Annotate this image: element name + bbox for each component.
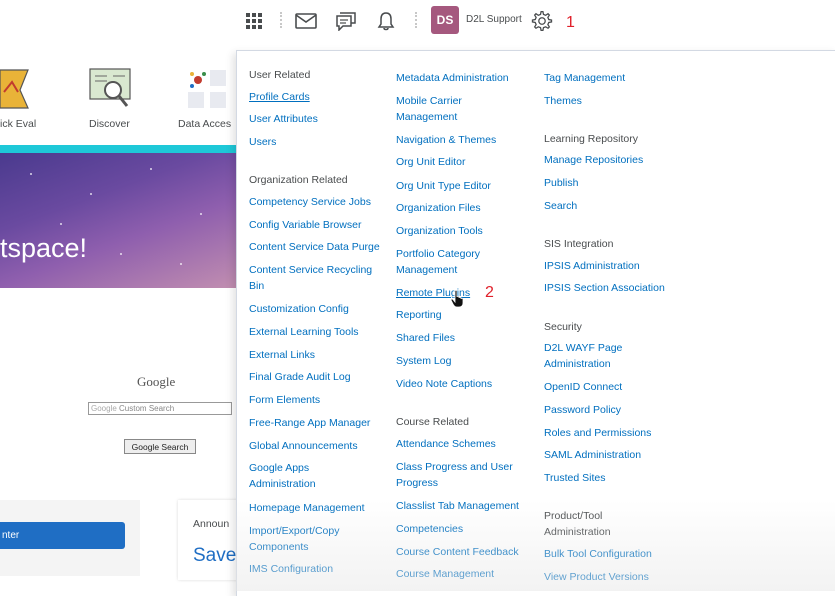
menu-item[interactable]: Course Content Feedback [396,544,519,560]
quick-eval-icon[interactable] [0,68,32,115]
menu-item-users[interactable]: Users [249,134,276,150]
menu-item-cont[interactable]: Administration [249,476,316,492]
username-label[interactable]: D2L Support [466,14,522,25]
menu-item[interactable]: External Learning Tools [249,324,359,340]
hand-cursor-icon [450,289,465,313]
annotation-number: 2 [485,284,494,301]
heading-course-related: Course Related [396,416,469,428]
menu-item-user-attributes[interactable]: User Attributes [249,111,318,127]
menu-item[interactable]: Organization Files [396,200,481,216]
menu-item[interactable]: Import/Export/Copy [249,523,339,539]
menu-item-cont[interactable]: Management [396,262,457,278]
menu-item-cont[interactable]: Bin [249,278,264,294]
menu-item[interactable]: External Links [249,347,315,363]
avatar[interactable]: DS [431,6,459,34]
mail-icon[interactable] [293,8,319,34]
menu-item[interactable]: System Log [396,353,451,369]
menu-item[interactable]: Tag Management [544,70,625,86]
menu-item[interactable]: Password Policy [544,402,621,418]
menu-item[interactable]: Org Unit Editor [396,154,465,170]
google-search-input[interactable]: Google Custom Search [88,402,232,415]
separator [415,12,417,28]
top-navbar: DS D2L Support 1 [0,0,835,42]
menu-item[interactable]: IMS Configuration [249,561,333,577]
annotation-number: 1 [566,14,575,31]
menu-item[interactable]: View Product Versions [544,569,649,585]
menu-item[interactable]: Roles and Permissions [544,425,651,441]
menu-item[interactable]: Google Apps [249,460,309,476]
google-search-button[interactable]: Google Search [124,439,196,454]
heading-organization-related: Organization Related [249,174,348,186]
primary-button-label: nter [2,530,20,541]
menu-item[interactable]: Form Elements [249,392,320,408]
menu-item[interactable]: SAML Administration [544,447,641,463]
primary-button[interactable]: nter [0,522,125,549]
menu-item[interactable]: Final Grade Audit Log [249,369,351,385]
menu-item[interactable]: Content Service Recycling [249,262,372,278]
menu-item[interactable]: OpenID Connect [544,379,622,395]
accent-bar [0,145,240,153]
menu-item[interactable]: Competencies [396,521,463,537]
menu-item[interactable]: Search [544,198,577,214]
menu-item[interactable]: Portfolio Category [396,246,480,262]
menu-item[interactable]: Bulk Tool Configuration [544,546,652,562]
heading-product-tool: Product/Tool [544,510,603,522]
menu-item[interactable]: Video Note Captions [396,376,492,392]
menu-item[interactable]: Course Management [396,566,494,582]
separator [280,12,282,28]
discover-icon[interactable] [89,68,133,115]
tools-strip: ick Eval Discover Data Acces [0,50,240,145]
announcements-heading: Announ [193,518,230,530]
tool-label[interactable]: Data Acces [178,118,231,130]
menu-item[interactable]: Homepage Management [249,500,365,516]
gear-icon[interactable] [529,8,555,34]
menu-item-cont[interactable]: Components [249,539,309,555]
menu-item[interactable]: Content Service Data Purge [249,239,380,255]
announcements-card [178,500,240,580]
menu-item[interactable]: D2L WAYF Page [544,340,622,356]
menu-item[interactable]: Competency Service Jobs [249,194,371,210]
menu-item[interactable]: Org Unit Type Editor [396,178,491,194]
tool-label[interactable]: Discover [89,118,130,130]
menu-item[interactable]: Trusted Sites [544,470,605,486]
menu-item[interactable]: IPSIS Section Association [544,280,665,296]
tool-label[interactable]: ick Eval [0,118,36,130]
waffle-grid-icon[interactable] [241,8,267,34]
menu-item[interactable]: Metadata Administration [396,70,509,86]
menu-item-cont[interactable]: Management [396,109,457,125]
menu-item[interactable]: Class Progress and User [396,459,513,475]
menu-item[interactable]: Navigation & Themes [396,132,496,148]
banner-title: tspace! [0,233,88,263]
heading-sis-integration: SIS Integration [544,238,614,250]
admin-tools-menu: User Related Profile Cards User Attribut… [236,50,835,596]
heading-security: Security [544,321,582,333]
menu-item[interactable]: Mobile Carrier [396,93,462,109]
menu-item[interactable]: Manage Repositories [544,152,643,168]
menu-item[interactable]: Themes [544,93,582,109]
menu-item[interactable]: IPSIS Administration [544,258,640,274]
menu-item-cont[interactable]: Administration [544,356,611,372]
announcement-title[interactable]: Save [193,545,236,567]
search-placeholder: Custom Search [119,404,175,413]
menu-item[interactable]: Global Announcements [249,438,358,454]
welcome-banner: tspace! [0,153,240,288]
data-access-icon[interactable] [186,68,236,115]
menu-item-profile-cards[interactable]: Profile Cards [249,89,310,105]
menu-item-cont[interactable]: Progress [396,475,438,491]
menu-item[interactable]: Publish [544,175,578,191]
menu-item[interactable]: Free-Range App Manager [249,415,370,431]
chat-icon[interactable] [333,8,359,34]
heading-user-related: User Related [249,69,311,81]
menu-item[interactable]: Customization Config [249,301,349,317]
menu-item[interactable]: Organization Tools [396,223,483,239]
menu-item[interactable]: Classlist Tab Management [396,498,519,514]
menu-item[interactable]: Shared Files [396,330,455,346]
bell-icon[interactable] [373,8,399,34]
google-logo: Google [137,374,176,389]
heading-learning-repository: Learning Repository [544,133,638,145]
menu-item[interactable]: Config Variable Browser [249,217,361,233]
menu-item[interactable]: Reporting [396,307,442,323]
heading-administration: Administration [544,526,611,538]
menu-item[interactable]: Attendance Schemes [396,436,496,452]
